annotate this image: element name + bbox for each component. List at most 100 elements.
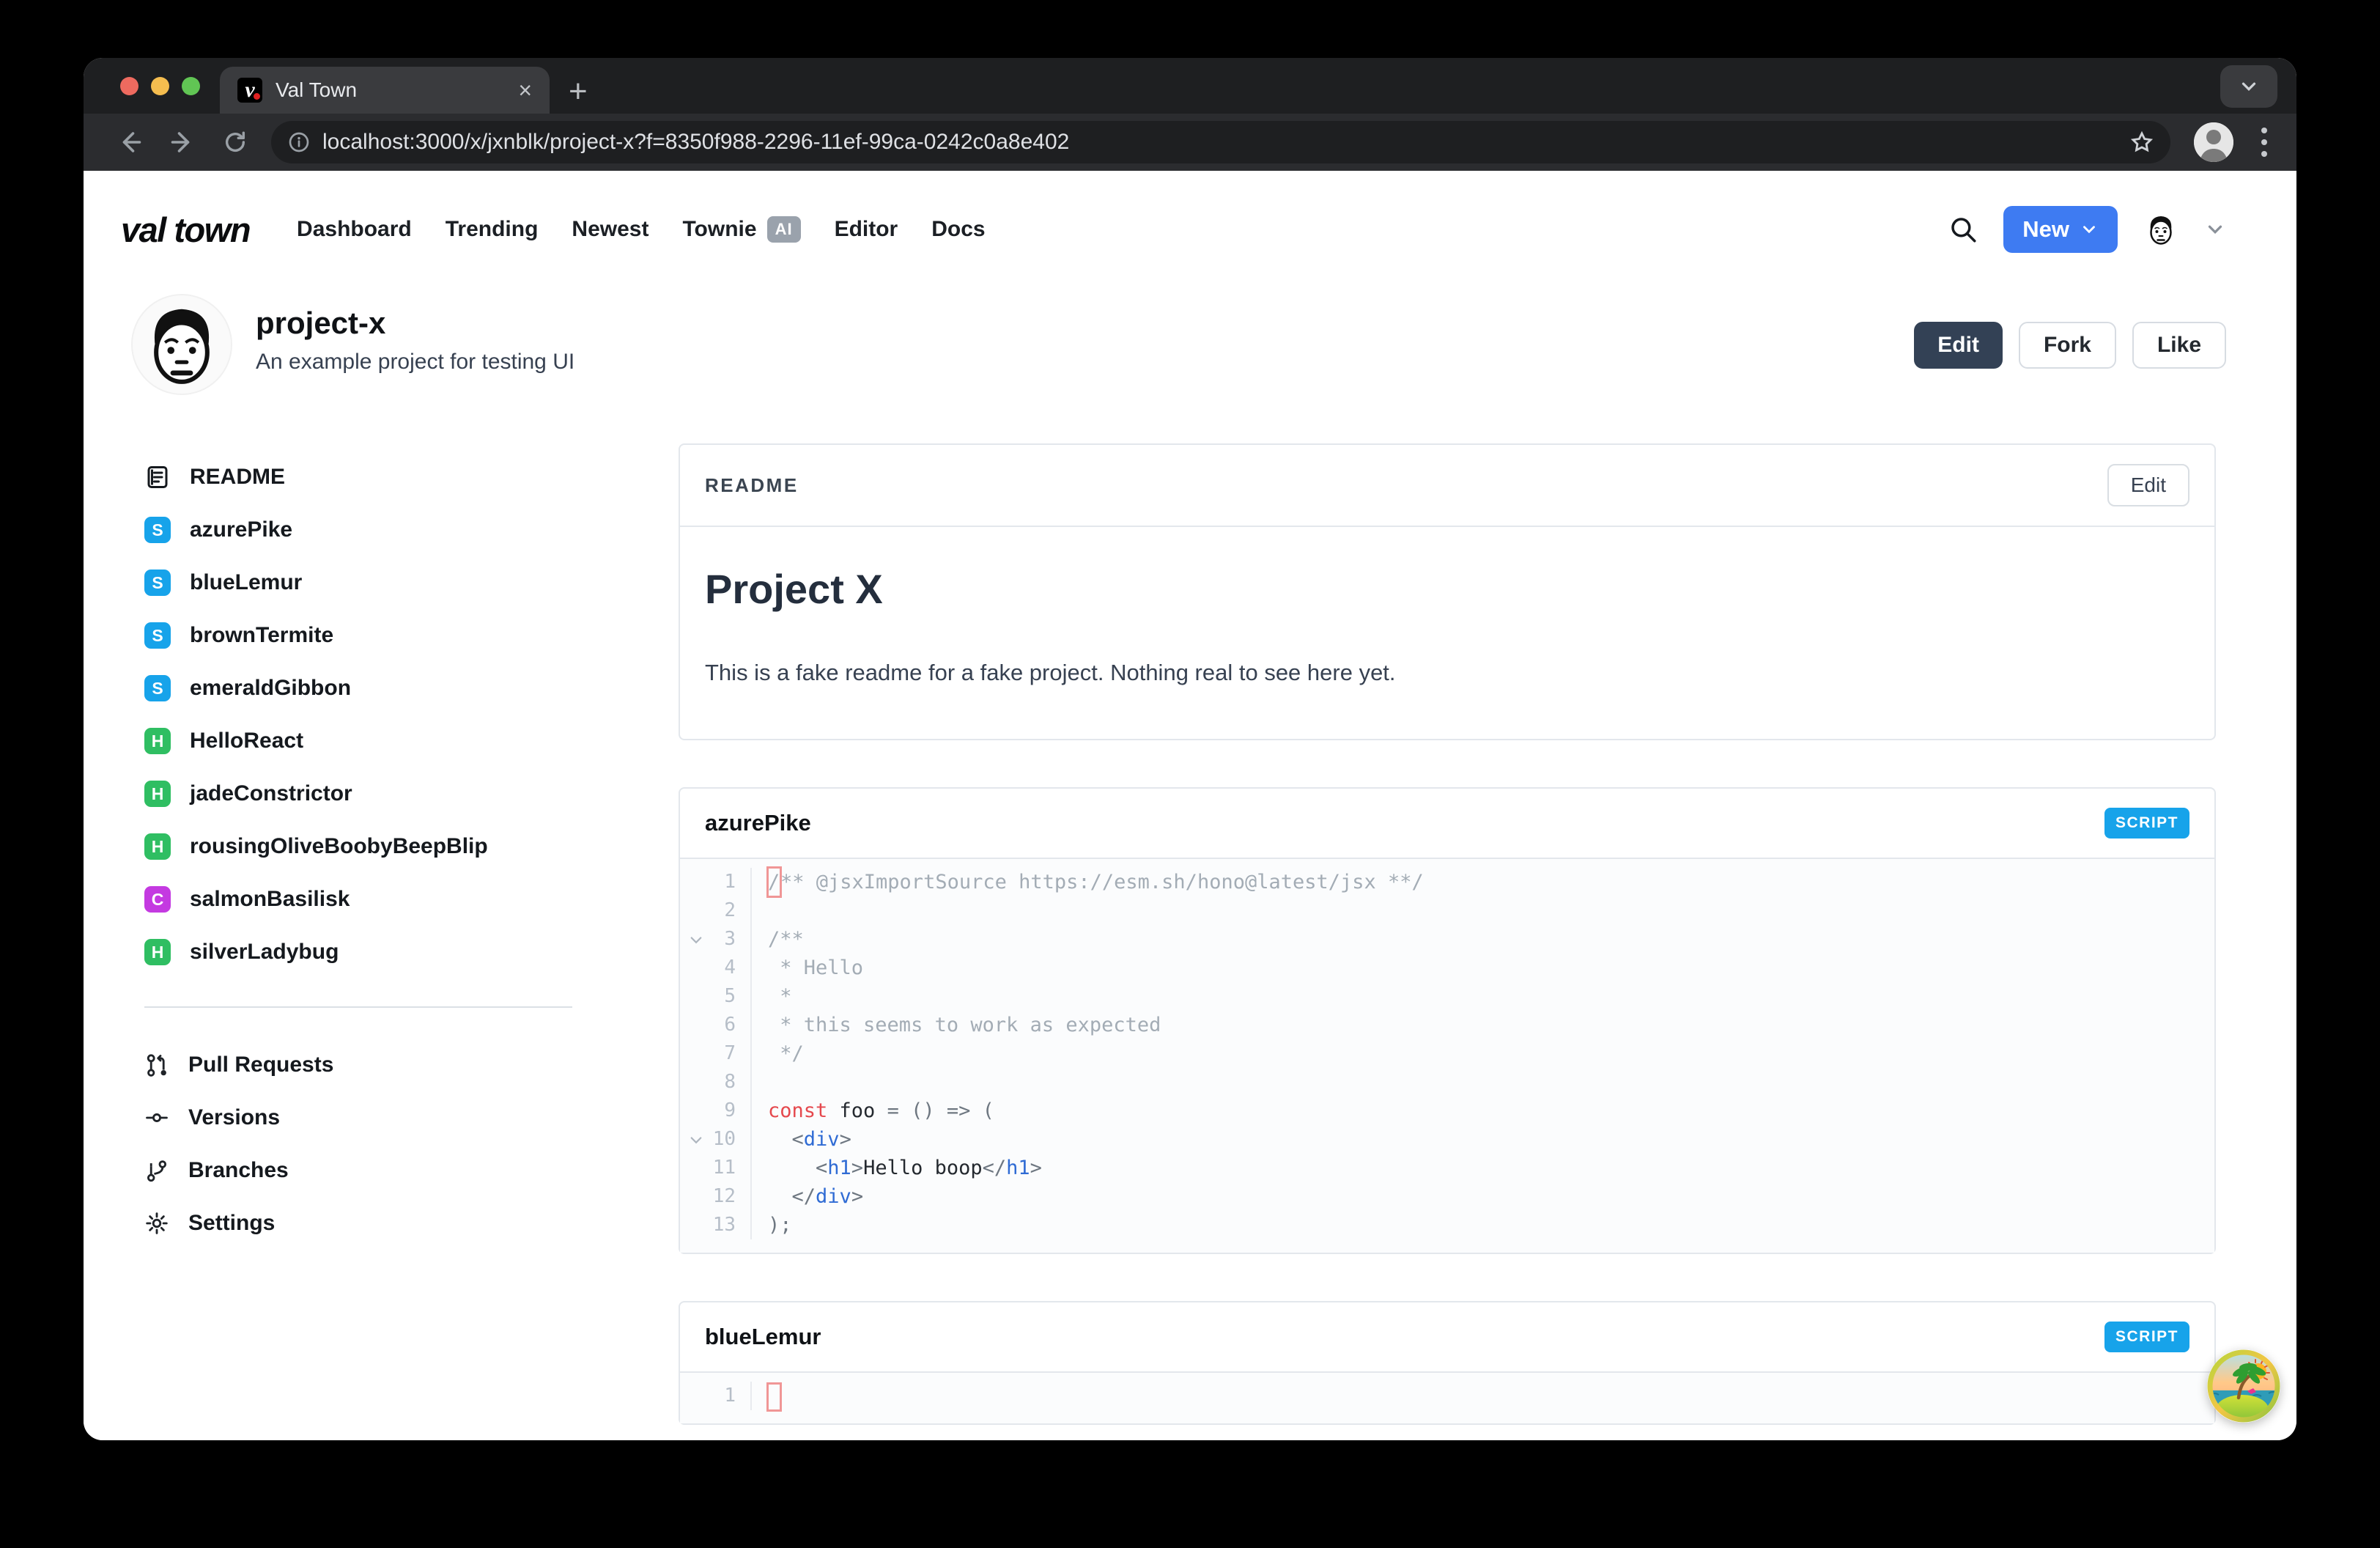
new-tab-button[interactable]: + — [569, 75, 588, 108]
readme-card-label: README — [705, 473, 799, 496]
text-cursor: / — [766, 866, 782, 898]
code-line[interactable]: 12 </div> — [680, 1182, 2214, 1211]
code-text — [750, 896, 2214, 925]
line-number: 7 — [724, 1042, 736, 1064]
sidebar-item-versions[interactable]: Versions — [144, 1091, 572, 1144]
code-line[interactable]: 9 const foo = () => ( — [680, 1096, 2214, 1125]
edit-button[interactable]: Edit — [1914, 322, 2003, 369]
code-line[interactable]: 6 * this seems to work as expected — [680, 1011, 2214, 1039]
back-button[interactable] — [107, 119, 152, 165]
code-line[interactable]: 8 — [680, 1068, 2214, 1096]
address-bar[interactable]: localhost:3000/x/jxnblk/project-x?f=8350… — [271, 121, 2170, 163]
line-number: 8 — [724, 1071, 736, 1093]
code-line[interactable]: 1 — [680, 1382, 2214, 1412]
nav-link-dashboard[interactable]: Dashboard — [297, 217, 412, 242]
valtown-logo[interactable]: val town — [121, 210, 251, 250]
file-type-badge: C — [144, 886, 171, 913]
minimize-window-button[interactable] — [151, 77, 169, 95]
nav-link-trending[interactable]: Trending — [446, 217, 539, 242]
nav-link-docs[interactable]: Docs — [931, 217, 985, 242]
line-number: 6 — [724, 1014, 736, 1036]
readme-edit-button[interactable]: Edit — [2107, 464, 2189, 506]
code-line[interactable]: 5 * — [680, 982, 2214, 1011]
island-widget-button[interactable] — [2207, 1349, 2280, 1423]
code-line[interactable]: 10 <div> — [680, 1125, 2214, 1154]
fork-button[interactable]: Fork — [2018, 322, 2116, 369]
file-card-title: blueLemur — [705, 1324, 821, 1349]
code-editor-blueLemur[interactable]: 1 — [680, 1371, 2214, 1423]
fold-chevron-icon[interactable] — [680, 925, 712, 954]
readme-text: This is a fake readme for a fake project… — [705, 660, 1396, 685]
file-card-blueLemur: blueLemur SCRIPT 1 — [679, 1301, 2216, 1425]
file-card-azurePike: azurePike SCRIPT 1 /** @jsxImportSource htt… — [679, 787, 2216, 1254]
sidebar-item-silverLadybug[interactable]: HsilverLadybug — [144, 926, 572, 978]
fold-chevron-icon[interactable] — [680, 1125, 712, 1154]
tab-search-button[interactable] — [2220, 65, 2277, 108]
url-text[interactable]: localhost:3000/x/jxnblk/project-x?f=8350… — [322, 130, 2118, 155]
code-line[interactable]: 11 <h1>Hello boop</h1> — [680, 1154, 2214, 1182]
sidebar-item-jadeConstrictor[interactable]: HjadeConstrictor — [144, 767, 572, 820]
browser-tab[interactable]: v Val Town × — [220, 67, 550, 114]
new-button[interactable]: New — [2003, 206, 2118, 253]
code-line[interactable]: 7 */ — [680, 1039, 2214, 1068]
sidebar-item-blueLemur[interactable]: SblueLemur — [144, 556, 572, 609]
sidebar-item-branches[interactable]: Branches — [144, 1144, 572, 1197]
code-text: /** @jsxImportSource https://esm.sh/hono… — [750, 866, 2214, 898]
search-icon[interactable] — [1948, 214, 1978, 245]
file-type-badge: H — [144, 939, 171, 965]
nav-link-townie[interactable]: Townie AI — [682, 216, 801, 243]
code-line[interactable]: 4 * Hello — [680, 954, 2214, 982]
sidebar-item-settings[interactable]: Settings — [144, 1197, 572, 1250]
code-line[interactable]: 2 — [680, 896, 2214, 925]
line-number: 3 — [724, 928, 736, 950]
project-avatar — [133, 295, 231, 394]
script-type-badge: SCRIPT — [2104, 808, 2189, 838]
zoom-window-button[interactable] — [182, 77, 200, 95]
sidebar-item-HelloReact[interactable]: H HelloReact — [144, 715, 572, 767]
nav-link-newest[interactable]: Newest — [572, 217, 648, 242]
window-controls[interactable] — [120, 77, 200, 95]
sidebar-item-readme[interactable]: README — [144, 451, 572, 504]
user-avatar[interactable] — [2143, 211, 2179, 248]
close-window-button[interactable] — [120, 77, 138, 95]
like-button[interactable]: Like — [2132, 322, 2226, 369]
sidebar-divider — [144, 1006, 572, 1008]
nav-link-label: Editor — [834, 217, 898, 241]
code-text: <div> — [750, 1125, 2214, 1154]
tab-close-icon[interactable]: × — [518, 78, 532, 102]
chevron-down-icon[interactable] — [2204, 218, 2226, 240]
line-number: 1 — [724, 1385, 736, 1407]
sidebar-item-azurePike[interactable]: SazurePike — [144, 504, 572, 556]
project-header: project-x An example project for testing… — [84, 253, 2296, 394]
file-type-badge: H — [144, 833, 171, 860]
code-line[interactable]: 1 /** @jsxImportSource https://esm.sh/hon… — [680, 866, 2214, 898]
bookmark-star-icon[interactable] — [2129, 130, 2154, 155]
forward-button[interactable] — [160, 119, 205, 165]
text-cursor — [766, 1382, 782, 1412]
sidebar-item-emeraldGibbon[interactable]: SemeraldGibbon — [144, 662, 572, 715]
browser-menu-button[interactable] — [2251, 128, 2277, 157]
branch-icon — [147, 1160, 167, 1182]
tab-title: Val Town — [276, 78, 358, 101]
sidebar-item-salmonBasilisk[interactable]: CsalmonBasilisk — [144, 873, 572, 926]
sidebar-item-pull-requests[interactable]: Pull Requests — [144, 1039, 572, 1091]
chevron-down-icon — [2083, 226, 2095, 234]
sidebar-item-brownTermite[interactable]: SbrownTermite — [144, 609, 572, 662]
main-column: README Edit Project X This is a fake rea… — [679, 443, 2216, 1440]
sidebar: README SazurePike SblueLemur SbrownTermite… — [133, 451, 572, 1250]
code-text — [750, 1382, 2214, 1412]
readme-card: README Edit Project X This is a fake rea… — [679, 443, 2216, 740]
browser-profile-avatar[interactable] — [2194, 122, 2233, 162]
code-editor-azurePike[interactable]: 1 /** @jsxImportSource https://esm.sh/hon… — [680, 858, 2214, 1253]
reload-button[interactable] — [212, 119, 258, 165]
sidebar-item-rousingOliveBoobyBeepBlip[interactable]: HrousingOliveBoobyBeepBlip — [144, 820, 572, 873]
code-line[interactable]: 3 /** — [680, 925, 2214, 954]
code-line[interactable]: 13); — [680, 1211, 2214, 1239]
browser-toolbar: localhost:3000/x/jxnblk/project-x?f=8350… — [84, 114, 2296, 171]
project-name: project-x — [256, 306, 386, 340]
site-info-icon[interactable] — [287, 130, 311, 154]
code-text: const foo = () => ( — [750, 1096, 2214, 1125]
nav-link-editor[interactable]: Editor — [835, 217, 898, 242]
file-list: SazurePike SblueLemur SbrownTermite Semeral… — [144, 504, 572, 978]
code-text: * this seems to work as expected — [750, 1011, 2214, 1039]
